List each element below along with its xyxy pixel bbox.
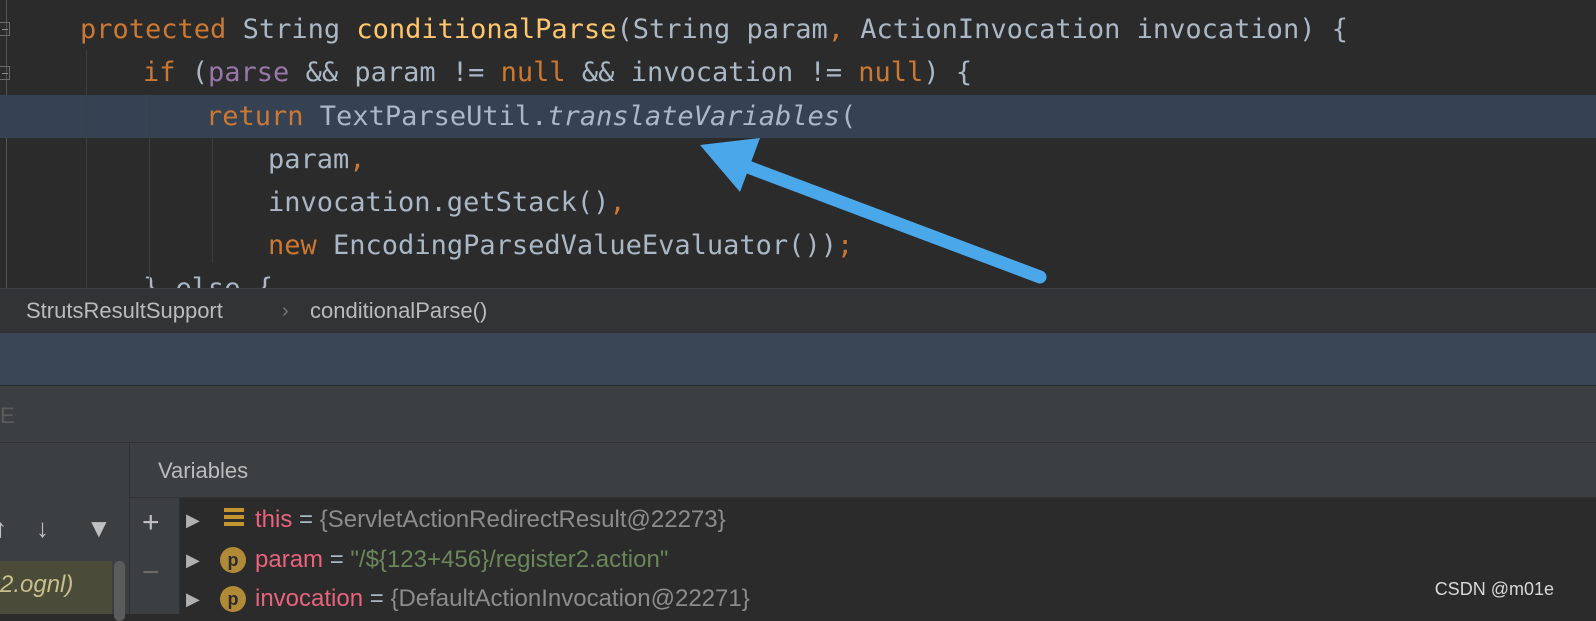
code-token: && invocation != (565, 57, 859, 88)
indent-guide (86, 50, 87, 288)
code-token: TextParseUtil. (303, 101, 548, 132)
code-text: param, (268, 138, 366, 181)
code-text: protected String conditionalParse(String… (80, 8, 1348, 51)
variables-title: Variables (158, 458, 249, 483)
code-token: param (268, 144, 350, 175)
code-token: null (500, 57, 566, 88)
variable-name: this (255, 506, 293, 533)
breadcrumb-method[interactable]: conditionalParse() (310, 289, 487, 333)
variables-toolbar: + − (130, 498, 180, 614)
code-token: ) { (923, 57, 973, 88)
code-line[interactable]: new EncodingParsedValueEvaluator()); (0, 224, 1596, 267)
code-line[interactable]: invocation.getStack(), (0, 181, 1596, 224)
code-line[interactable]: } else { (0, 267, 1596, 288)
variables-panel: Variables + − ▶ this = {ServletActionRed… (130, 443, 1596, 614)
code-token: new (268, 230, 317, 261)
code-token: ActionInvocation invocation) { (844, 14, 1348, 45)
variables-title-bar: Variables (130, 443, 1596, 498)
code-token: , (609, 187, 626, 218)
indent-guide (212, 138, 213, 263)
code-line-current[interactable]: return TextParseUtil.translateVariables( (0, 95, 1596, 138)
code-token: return (206, 101, 304, 132)
variable-value: "/${123+456}/register2.action" (350, 546, 669, 573)
code-token: if (143, 57, 176, 88)
debug-toolwindow-header: E (0, 386, 1596, 443)
frame-label: 2.ognl) (0, 571, 74, 598)
variable-value: {DefaultActionInvocation@22271} (390, 585, 750, 612)
debug-header-mark: E (0, 403, 15, 428)
variable-equals: = (292, 506, 320, 533)
expand-arrow-icon[interactable]: ▶ (186, 500, 200, 540)
code-token: ( (840, 101, 857, 132)
code-text: if (parse && param != null && invocation… (143, 51, 972, 94)
list-badge-icon (224, 508, 244, 530)
code-token: } else { (143, 273, 273, 288)
code-text: } else { (143, 267, 273, 288)
breadcrumb-separator-icon: › (282, 300, 289, 322)
variable-row[interactable]: ▶ p invocation = {DefaultActionInvocatio… (180, 579, 1596, 619)
code-editor[interactable]: protected String conditionalParse(String… (0, 0, 1596, 288)
code-token: String (226, 14, 357, 45)
variable-row[interactable]: ▶ p param = "/${123+456}/register2.actio… (180, 540, 1596, 580)
frames-scrollbar[interactable] (114, 561, 125, 621)
add-watch-icon[interactable]: + (142, 508, 160, 538)
debug-status-strip (0, 333, 1596, 386)
code-token: parse (208, 57, 290, 88)
code-token: , (349, 144, 366, 175)
variable-value: {ServletActionRedirectResult@22273} (319, 506, 726, 533)
indent-guide (149, 94, 150, 288)
code-token: ; (836, 230, 854, 261)
variable-name: param (255, 546, 324, 573)
variable-equals: = (363, 585, 391, 612)
code-line[interactable]: if (parse && param != null && invocation… (0, 51, 1596, 94)
code-token: invocation.getStack() (268, 187, 610, 218)
code-text: invocation.getStack(), (268, 181, 626, 224)
code-token: , (827, 14, 845, 45)
code-token: null (858, 57, 924, 88)
code-token: protected (80, 14, 227, 45)
breadcrumb-class[interactable]: StrutsResultSupport (26, 289, 223, 333)
variable-row[interactable]: ▶ this = {ServletActionRedirectResult@22… (180, 500, 1596, 540)
expand-arrow-icon[interactable]: ▶ (186, 540, 200, 580)
frames-panel: ↑ ↓ ▼ 2.ognl) (0, 443, 130, 621)
code-token: translateVariables (547, 101, 840, 132)
code-text: return TextParseUtil.translateVariables( (206, 95, 856, 138)
expand-arrow-icon[interactable]: ▶ (186, 579, 200, 619)
watermark: CSDN @m01e (1434, 579, 1554, 599)
variable-equals: = (323, 546, 351, 573)
code-token: (String param (616, 14, 828, 45)
remove-watch-icon[interactable]: − (142, 558, 160, 588)
code-line[interactable]: protected String conditionalParse(String… (0, 8, 1596, 51)
parameter-badge-icon: p (220, 547, 246, 573)
filter-icon[interactable]: ▼ (86, 515, 112, 541)
variable-name: invocation (255, 585, 364, 612)
code-text: new EncodingParsedValueEvaluator()); (268, 224, 853, 267)
frame-down-icon[interactable]: ↓ (36, 515, 49, 541)
code-line[interactable]: param, (0, 138, 1596, 181)
code-token: ( (175, 57, 209, 88)
code-token: && param != (289, 57, 501, 88)
code-token: conditionalParse (356, 14, 617, 45)
parameter-badge-icon: p (220, 586, 246, 612)
breadcrumb: StrutsResultSupport › conditionalParse() (0, 288, 1596, 333)
frame-up-icon[interactable]: ↑ (0, 515, 7, 541)
code-token: EncodingParsedValueEvaluator()) (316, 230, 837, 261)
